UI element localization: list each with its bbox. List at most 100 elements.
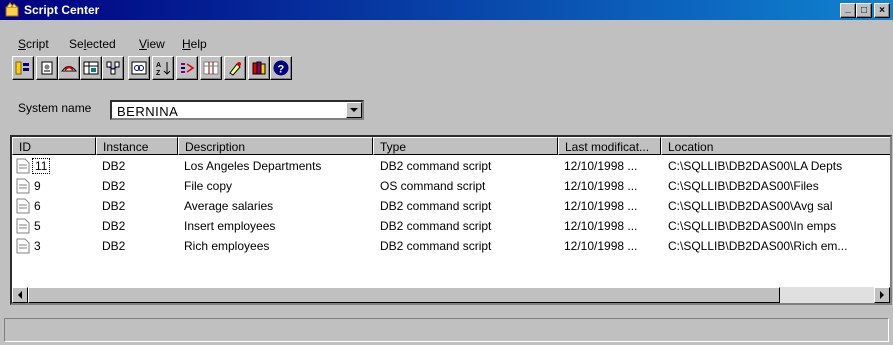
cell-id: 3	[34, 239, 41, 253]
menu-view[interactable]: View	[139, 37, 165, 51]
table-row[interactable]: 9 DB2 File copy OS command script 12/10/…	[12, 177, 890, 196]
journal-button[interactable]	[80, 56, 102, 80]
column-header-id[interactable]: ID	[12, 137, 96, 155]
script-center-app-icon[interactable]	[4, 2, 20, 18]
menu-view-label: iew	[146, 37, 165, 51]
cell-location: C:\SQLLIB\DB2DAS00\Files	[668, 179, 819, 193]
cell-modified: 12/10/1998 ...	[564, 179, 638, 193]
horizontal-scrollbar[interactable]	[12, 287, 890, 303]
system-name-dropdown-button[interactable]	[346, 102, 362, 118]
script-file-icon	[16, 238, 30, 254]
menu-selected[interactable]: Selected	[69, 37, 116, 51]
system-name-value: BERNINA	[117, 104, 179, 119]
help-button[interactable]: ?	[270, 56, 292, 80]
minimize-button[interactable]: _	[840, 3, 856, 18]
information-center-button[interactable]	[224, 56, 246, 80]
command-center-icon	[61, 66, 77, 72]
status-bar	[4, 318, 889, 342]
system-name-combobox[interactable]: BERNINA	[110, 100, 364, 120]
table-row[interactable]: 5 DB2 Insert employees DB2 command scrip…	[12, 217, 890, 236]
table-row[interactable]: 3 DB2 Rich employees DB2 command script …	[12, 237, 890, 256]
sort-button[interactable]: AZ	[152, 56, 174, 80]
scroll-thumb[interactable]	[28, 287, 780, 303]
new-script-button[interactable]	[36, 56, 58, 80]
command-center-button[interactable]	[58, 56, 80, 80]
menu-help[interactable]: Help	[182, 37, 207, 51]
cell-instance: DB2	[102, 179, 126, 193]
close-icon: ×	[879, 4, 885, 16]
object-tree-icon	[15, 61, 29, 75]
cell-location: C:\SQLLIB\DB2DAS00\In emps	[668, 219, 837, 233]
information-center-icon	[229, 62, 241, 76]
cell-location: C:\SQLLIB\DB2DAS00\LA Depts	[668, 159, 843, 173]
scroll-left-button[interactable]	[12, 287, 28, 303]
cell-id: 9	[34, 179, 41, 193]
script-file-icon	[16, 178, 30, 194]
sort-icon: AZ	[156, 62, 171, 76]
object-tree-button[interactable]	[12, 56, 34, 80]
replication-icon	[131, 61, 147, 75]
svg-text:Z: Z	[156, 70, 161, 76]
menu-selected-label-pre: Se	[69, 37, 84, 51]
chevron-down-icon	[350, 107, 358, 112]
cell-id: 5	[34, 219, 41, 233]
cell-id: 6	[34, 199, 41, 213]
menu-bar: Script Selected View Help	[0, 34, 893, 54]
cell-modified: 12/10/1998 ...	[564, 239, 638, 253]
new-script-icon	[41, 61, 53, 75]
title-bar[interactable]: Script Center _ □ ×	[0, 0, 893, 20]
cell-instance: DB2	[102, 159, 126, 173]
help-icon: ?	[273, 60, 289, 76]
replication-button[interactable]	[128, 56, 150, 80]
menu-selected-label: ected	[86, 37, 116, 51]
cell-modified: 12/10/1998 ...	[564, 219, 638, 233]
table-row[interactable]: 11 DB2 Los Angeles Departments DB2 comma…	[12, 157, 890, 176]
column-header-last-modified[interactable]: Last modificat...	[558, 137, 661, 155]
svg-text:A: A	[156, 62, 161, 69]
system-name-label: System name	[18, 101, 92, 115]
cell-description: Insert employees	[184, 219, 276, 233]
svg-text:?: ?	[278, 64, 285, 76]
menu-help-mnemonic: H	[182, 37, 191, 51]
window-title: Script Center	[24, 3, 100, 17]
cell-instance: DB2	[102, 219, 126, 233]
cell-description: File copy	[184, 179, 233, 193]
cell-type: DB2 command script	[380, 239, 492, 253]
cell-instance: DB2	[102, 199, 126, 213]
control-center-icon	[106, 61, 120, 75]
table-row[interactable]: 6 DB2 Average salaries DB2 command scrip…	[12, 197, 890, 216]
customize-columns-button[interactable]	[200, 56, 222, 80]
customize-columns-icon	[203, 61, 219, 75]
menu-help-label: elp	[190, 37, 207, 51]
script-file-icon	[16, 158, 30, 174]
column-header-description[interactable]: Description	[178, 137, 373, 155]
menu-script-label: cript	[26, 37, 49, 51]
books-icon	[252, 61, 266, 75]
cell-description: Los Angeles Departments	[184, 159, 322, 173]
menu-script[interactable]: Script	[18, 37, 49, 51]
minimize-icon: _	[845, 2, 851, 14]
cell-modified: 12/10/1998 ...	[564, 199, 638, 213]
menu-script-mnemonic: S	[18, 37, 27, 51]
column-header-type[interactable]: Type	[373, 137, 558, 155]
cell-id: 11	[32, 158, 51, 174]
cell-description: Average salaries	[184, 199, 274, 213]
scroll-right-button[interactable]	[874, 287, 890, 303]
column-header-instance[interactable]: Instance	[96, 137, 178, 155]
cell-location: C:\SQLLIB\DB2DAS00\Rich em...	[668, 239, 848, 253]
maximize-icon: □	[860, 4, 868, 16]
arrow-right-icon	[879, 291, 884, 299]
control-center-button[interactable]	[102, 56, 124, 80]
column-header-location[interactable]: Location	[661, 137, 890, 155]
cell-location: C:\SQLLIB\DB2DAS00\Avg sal	[668, 199, 833, 213]
books-button[interactable]	[248, 56, 270, 80]
filter-button[interactable]	[176, 56, 198, 80]
cell-type: DB2 command script	[380, 159, 492, 173]
journal-icon	[83, 61, 99, 75]
script-list[interactable]: ID Instance Description Type Last modifi…	[10, 135, 892, 305]
arrow-left-icon	[17, 291, 22, 299]
cell-modified: 12/10/1998 ...	[564, 159, 638, 173]
cell-instance: DB2	[102, 239, 126, 253]
close-button[interactable]: ×	[874, 3, 890, 18]
maximize-button[interactable]: □	[856, 3, 872, 18]
